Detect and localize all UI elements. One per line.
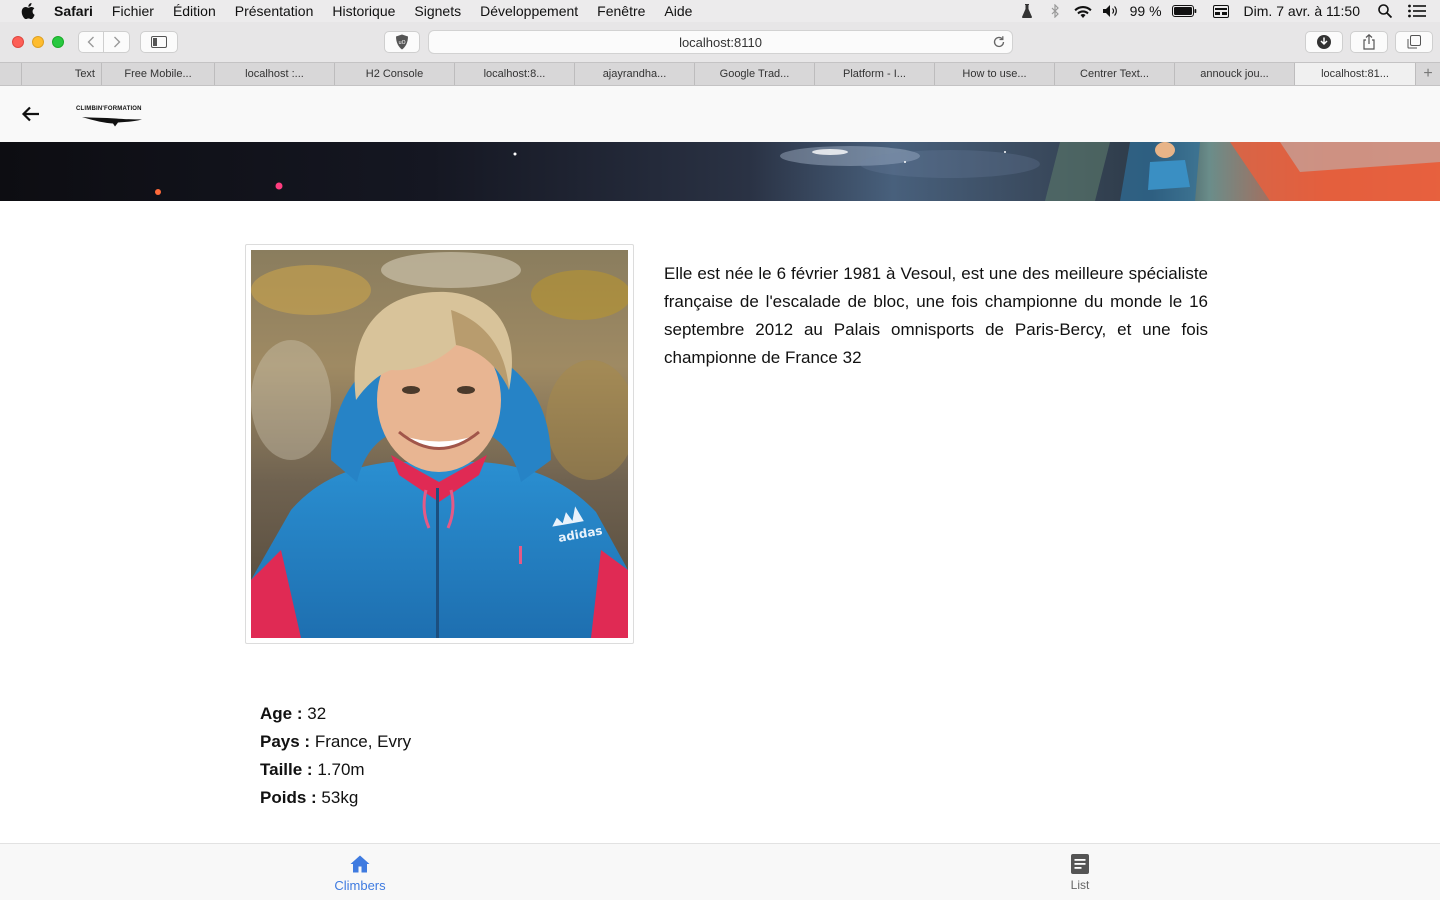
stat-pays: Pays : France, Evry bbox=[260, 728, 411, 756]
notification-center-icon[interactable] bbox=[1408, 3, 1426, 19]
new-tab-button[interactable]: + bbox=[1416, 63, 1440, 85]
menu-edition[interactable]: Édition bbox=[173, 3, 216, 19]
climber-stats: Age : 32 Pays : France, Evry Taille : 1.… bbox=[260, 700, 411, 812]
stat-age-value: 32 bbox=[307, 704, 327, 723]
pinned-tab[interactable] bbox=[0, 63, 22, 85]
close-window-button[interactable] bbox=[12, 36, 24, 48]
volume-icon[interactable] bbox=[1102, 3, 1120, 19]
url-text: localhost:8110 bbox=[679, 34, 762, 50]
tab-overview-button[interactable] bbox=[1395, 31, 1433, 53]
menu-historique[interactable]: Historique bbox=[332, 3, 395, 19]
app-header: CLIMBIN'FORMATION bbox=[0, 86, 1440, 142]
shield-icon: uO bbox=[396, 34, 408, 50]
menu-app-safari[interactable]: Safari bbox=[54, 3, 93, 19]
svg-text:uO: uO bbox=[398, 40, 405, 46]
window-controls bbox=[12, 36, 72, 48]
bottom-navigation: Climbers List bbox=[0, 843, 1440, 900]
climbing-arena-banner-image bbox=[155, 142, 1440, 201]
stat-age: Age : 32 bbox=[260, 700, 411, 728]
history-nav bbox=[78, 31, 130, 53]
reload-icon[interactable] bbox=[992, 35, 1006, 49]
downloads-button[interactable] bbox=[1305, 31, 1343, 53]
stat-poids-value: 53kg bbox=[321, 788, 359, 807]
tabs-icon bbox=[1407, 35, 1421, 49]
battery-percent: 99 % bbox=[1129, 3, 1162, 19]
tab-free-mobile[interactable]: Free Mobile... bbox=[102, 63, 215, 85]
logo-mountain-icon bbox=[82, 117, 142, 127]
apple-icon[interactable] bbox=[20, 3, 36, 19]
menu-fichier[interactable]: Fichier bbox=[112, 3, 154, 19]
chevron-left-icon bbox=[87, 36, 94, 48]
stat-age-label: Age : bbox=[260, 704, 303, 723]
tab-how-to-use[interactable]: How to use... bbox=[935, 63, 1055, 85]
share-icon bbox=[1363, 34, 1375, 50]
tab-ajayrandha[interactable]: ajayrandha... bbox=[575, 63, 695, 85]
minimize-window-button[interactable] bbox=[32, 36, 44, 48]
back-arrow-icon[interactable] bbox=[20, 103, 42, 125]
tab-text[interactable]: Text bbox=[22, 63, 102, 85]
tab-google-trad[interactable]: Google Trad... bbox=[695, 63, 815, 85]
browser-toolbar: uO localhost:8110 bbox=[0, 22, 1440, 62]
menu-fenetre[interactable]: Fenêtre bbox=[597, 3, 645, 19]
macos-menu-bar: Safari Fichier Édition Présentation Hist… bbox=[0, 0, 1440, 22]
spotlight-search-icon[interactable] bbox=[1376, 3, 1394, 19]
menu-aide[interactable]: Aide bbox=[664, 3, 692, 19]
stat-pays-label: Pays : bbox=[260, 732, 311, 751]
forward-button[interactable] bbox=[104, 31, 130, 53]
tab-platform[interactable]: Platform - I... bbox=[815, 63, 935, 85]
download-icon bbox=[1317, 35, 1331, 49]
zoom-window-button[interactable] bbox=[52, 36, 64, 48]
nav-item-climbers[interactable]: Climbers bbox=[300, 844, 420, 901]
tab-localhost-active[interactable]: localhost:81... bbox=[1295, 63, 1416, 85]
list-icon bbox=[1069, 853, 1091, 875]
tab-centrer-text[interactable]: Centrer Text... bbox=[1055, 63, 1175, 85]
tab-h2-console[interactable]: H2 Console bbox=[335, 63, 455, 85]
battery-icon[interactable] bbox=[1172, 3, 1198, 19]
menubar-clock[interactable]: Dim. 7 avr. à 11:50 bbox=[1244, 3, 1360, 19]
home-icon bbox=[349, 853, 371, 875]
app-logo[interactable]: CLIMBIN'FORMATION bbox=[76, 106, 148, 128]
stat-taille-label: Taille : bbox=[260, 760, 313, 779]
tab-annouck[interactable]: annouck jou... bbox=[1175, 63, 1295, 85]
tab-localhost-1[interactable]: localhost :... bbox=[215, 63, 335, 85]
flask-icon[interactable] bbox=[1018, 3, 1036, 19]
bluetooth-icon[interactable] bbox=[1046, 3, 1064, 19]
menu-developpement[interactable]: Développement bbox=[480, 3, 578, 19]
menu-presentation[interactable]: Présentation bbox=[235, 3, 314, 19]
tab-bar: Text Free Mobile... localhost :... H2 Co… bbox=[0, 62, 1440, 86]
hero-banner bbox=[0, 142, 1440, 201]
chevron-right-icon bbox=[113, 36, 120, 48]
menu-signets[interactable]: Signets bbox=[414, 3, 461, 19]
ublock-extension-button[interactable]: uO bbox=[384, 31, 420, 53]
address-bar[interactable]: localhost:8110 bbox=[428, 30, 1013, 54]
climber-photo-frame: adidas bbox=[245, 244, 634, 644]
stat-pays-value: France, Evry bbox=[314, 732, 412, 751]
wifi-icon[interactable] bbox=[1074, 3, 1092, 19]
share-button[interactable] bbox=[1350, 31, 1388, 53]
back-button[interactable] bbox=[78, 31, 104, 53]
tab-localhost-2[interactable]: localhost:8... bbox=[455, 63, 575, 85]
nav-item-list[interactable]: List bbox=[1020, 844, 1140, 901]
sidebar-icon bbox=[151, 36, 167, 48]
climber-bio: Elle est née le 6 février 1981 à Vesoul,… bbox=[664, 264, 1208, 367]
nav-item-list-label: List bbox=[1070, 878, 1090, 892]
nav-item-climbers-label: Climbers bbox=[334, 878, 386, 893]
climber-photo: adidas bbox=[251, 250, 628, 638]
stat-taille-value: 1.70m bbox=[317, 760, 365, 779]
sidebar-toggle-button[interactable] bbox=[140, 31, 178, 53]
stat-poids: Poids : 53kg bbox=[260, 784, 411, 812]
stat-poids-label: Poids : bbox=[260, 788, 317, 807]
stat-taille: Taille : 1.70m bbox=[260, 756, 411, 784]
keyboard-input-icon[interactable] bbox=[1212, 3, 1230, 19]
